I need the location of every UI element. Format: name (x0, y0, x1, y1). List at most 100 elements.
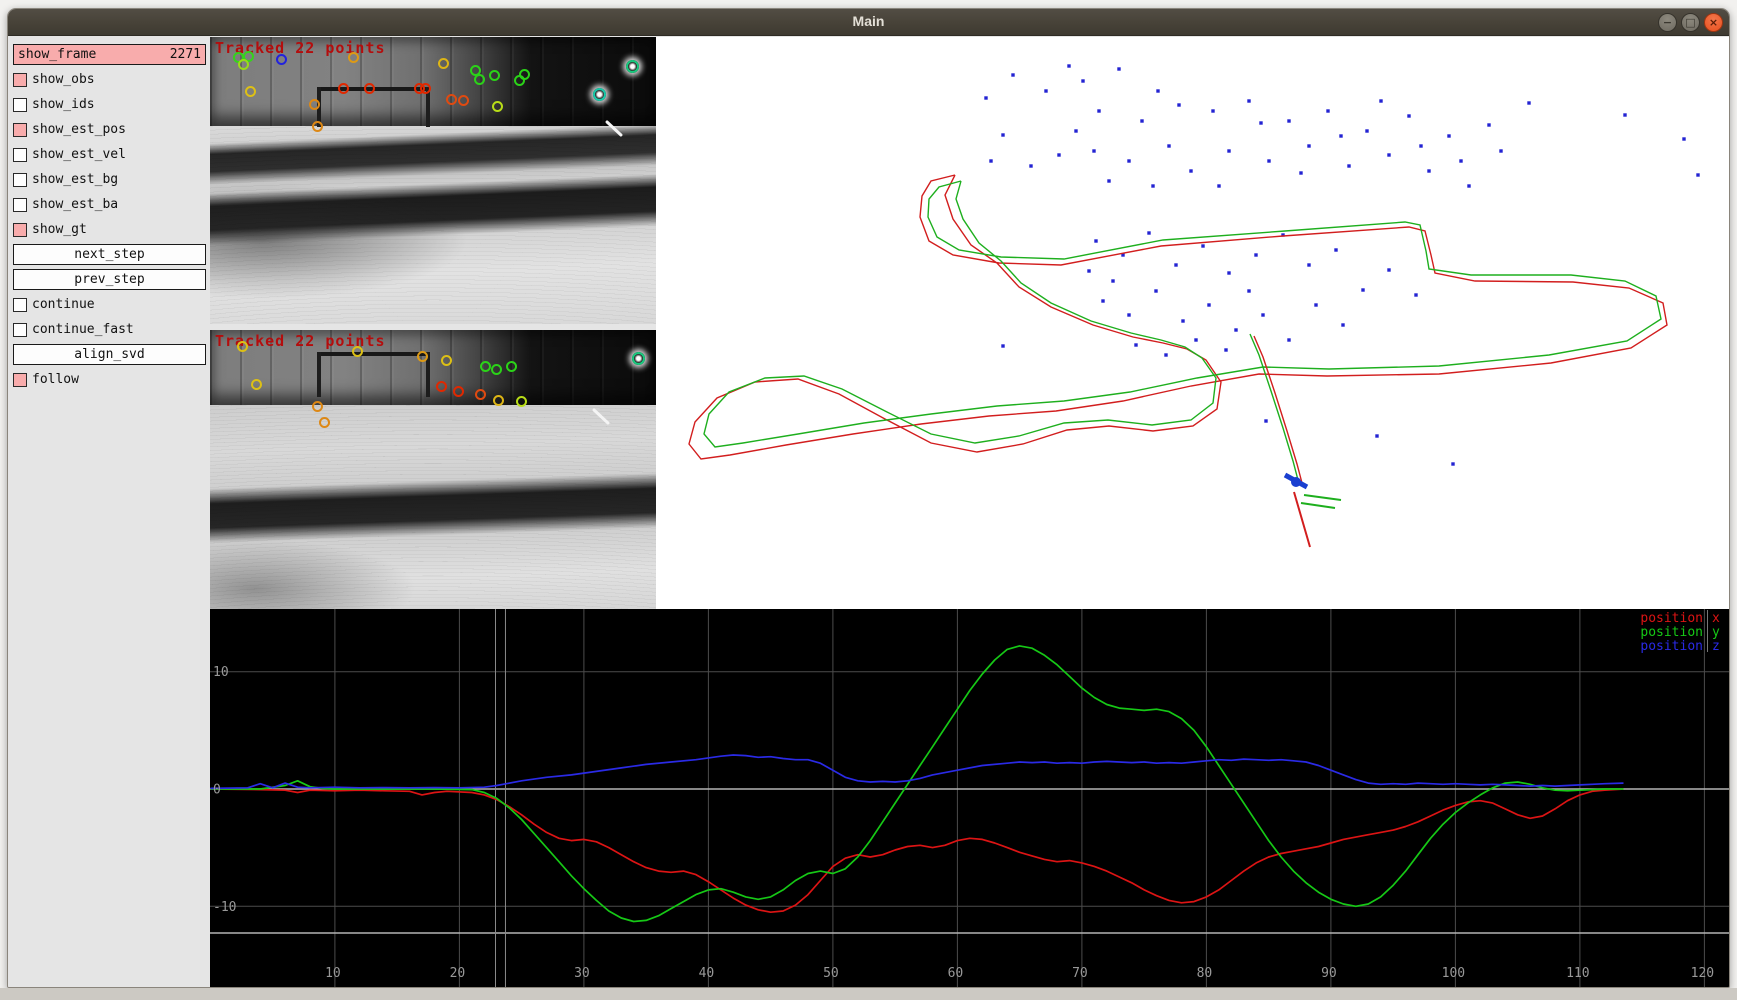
landmark-dot (1407, 114, 1410, 117)
landmark-dot (1224, 348, 1227, 351)
landmark-dot (1419, 144, 1422, 147)
landmark-dot (1696, 173, 1699, 176)
landmark-dot (1101, 299, 1104, 302)
sidebar-item-show_ids[interactable]: show_ids (13, 94, 206, 115)
feature-circle (237, 341, 248, 352)
landmark-dot (1087, 269, 1090, 272)
sidebar-item-continue_fast[interactable]: continue_fast (13, 319, 206, 340)
window-controls: − □ × (1658, 13, 1723, 32)
landmark-dot (1487, 123, 1490, 126)
close-button[interactable]: × (1704, 13, 1723, 32)
checkbox-label: continue (32, 297, 95, 312)
checkbox-label: continue_fast (32, 322, 134, 337)
feature-circle (480, 361, 491, 372)
landmark-dot (1347, 164, 1350, 167)
trajectory-3d-view[interactable] (656, 37, 1730, 617)
sidebar-item-align_svd[interactable]: align_svd (13, 344, 206, 365)
landmark-dot (1167, 144, 1170, 147)
sidebar-item-continue[interactable]: continue (13, 294, 206, 315)
landmark-dot (1375, 434, 1378, 437)
sidebar-item-show_est_ba[interactable]: show_est_ba (13, 194, 206, 215)
landmark-dot (1264, 419, 1267, 422)
x-tick-label: 40 (699, 966, 715, 981)
feature-circle (593, 88, 606, 101)
window-titlebar[interactable]: Main − □ × (8, 9, 1729, 36)
landmark-dot (1414, 293, 1417, 296)
landmark-dot (1682, 137, 1685, 140)
landmark-dot (1217, 184, 1220, 187)
sidebar-item-show_est_bg[interactable]: show_est_bg (13, 169, 206, 190)
maximize-icon: □ (1685, 16, 1695, 29)
legend-label-y: position (1640, 625, 1703, 640)
landmark-dot (1234, 328, 1237, 331)
checkbox-label: show_gt (32, 222, 87, 237)
feature-circle (245, 86, 256, 97)
feature-circle (446, 94, 457, 105)
feature-circle (312, 121, 323, 132)
landmark-dot (1117, 67, 1120, 70)
landmark-dot (1164, 353, 1167, 356)
sidebar-item-show_est_vel[interactable]: show_est_vel (13, 144, 206, 165)
x-tick-label: 80 (1197, 966, 1213, 981)
camera-view-bottom[interactable]: Tracked 22 points (210, 330, 656, 609)
checkbox-label: follow (32, 372, 79, 387)
position-plot[interactable]: 102030405060708090100110120100-10positio… (210, 609, 1730, 988)
checkbox-show_gt[interactable] (13, 223, 27, 237)
feature-circle (441, 355, 452, 366)
sidebar-item-show_gt[interactable]: show_gt (13, 219, 206, 240)
sidebar-item-show_est_pos[interactable]: show_est_pos (13, 119, 206, 140)
landmark-dot (1001, 133, 1004, 136)
checkbox-show_est_ba[interactable] (13, 198, 27, 212)
landmark-dot (1147, 231, 1150, 234)
railing (317, 352, 429, 356)
landmark-dot (1154, 289, 1157, 292)
feature-circle (348, 52, 359, 63)
landmark-dot (1307, 144, 1310, 147)
sidebar-item-follow[interactable]: follow (13, 369, 206, 390)
show-frame-slider[interactable]: show_frame 2271 (13, 44, 206, 65)
checkbox-show_ids[interactable] (13, 98, 27, 112)
checkbox-show_obs[interactable] (13, 73, 27, 87)
landmark-dot (1001, 344, 1004, 347)
feature-circle (632, 352, 645, 365)
checkbox-show_est_bg[interactable] (13, 173, 27, 187)
checkbox-show_est_vel[interactable] (13, 148, 27, 162)
legend-letter-x: x (1712, 611, 1720, 626)
landmark-dot (1127, 159, 1130, 162)
landmark-dot (1326, 109, 1329, 112)
landmark-dot (1307, 263, 1310, 266)
feature-circle (251, 379, 262, 390)
x-tick-label: 90 (1321, 966, 1337, 981)
minimize-button[interactable]: − (1658, 13, 1677, 32)
window-bottom-edge (0, 988, 1737, 1000)
checkbox-continue[interactable] (13, 298, 27, 312)
landmark-dot (1092, 149, 1095, 152)
camera-view-top[interactable]: Tracked 22 points (210, 37, 656, 324)
feature-circle (475, 389, 486, 400)
control-sidebar: show_frame 2271 show_obs show_ids show_est… (8, 37, 210, 988)
checkbox-continue_fast[interactable] (13, 323, 27, 337)
landmark-dot (1314, 303, 1317, 306)
checkbox-label: show_est_vel (32, 147, 126, 162)
feature-circle (489, 70, 500, 81)
camera-bottom-floor (210, 405, 656, 609)
checkbox-follow[interactable] (13, 373, 27, 387)
feature-circle (352, 346, 363, 357)
checkbox-label: show_est_ba (32, 197, 118, 212)
x-tick-label: 50 (823, 966, 839, 981)
feature-circle (458, 95, 469, 106)
checkbox-show_est_pos[interactable] (13, 123, 27, 137)
feature-circle (438, 58, 449, 69)
sidebar-item-next_step[interactable]: next_step (13, 244, 206, 265)
landmark-dot (1527, 101, 1530, 104)
maximize-button[interactable]: □ (1681, 13, 1700, 32)
sidebar-item-prev_step[interactable]: prev_step (13, 269, 206, 290)
x-tick-label: 120 (1691, 966, 1714, 981)
landmark-dot (1334, 248, 1337, 251)
sidebar-item-show_obs[interactable]: show_obs (13, 69, 206, 90)
landmark-dot (1379, 99, 1382, 102)
x-tick-label: 20 (450, 966, 466, 981)
landmark-dot (1044, 89, 1047, 92)
landmark-dot (1094, 239, 1097, 242)
landmark-dot (1227, 149, 1230, 152)
